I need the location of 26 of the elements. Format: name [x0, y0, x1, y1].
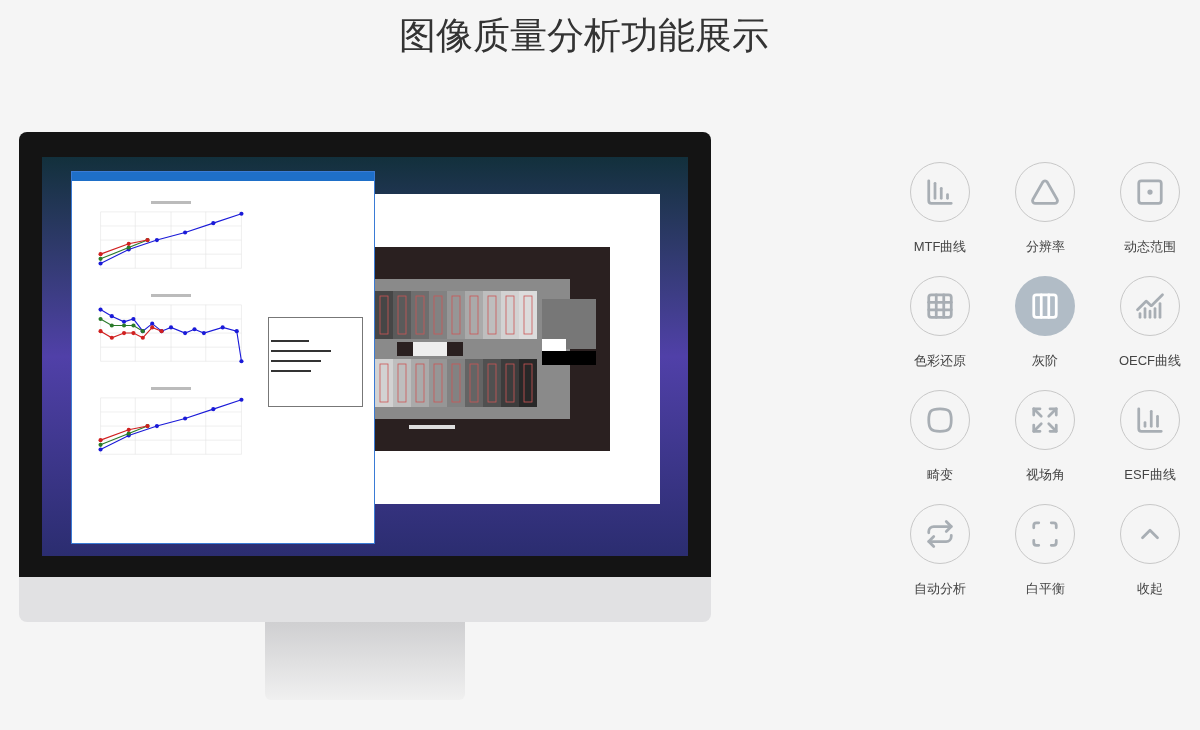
- chart-title-blur: [151, 387, 191, 390]
- feature-button[interactable]: 视场角: [1005, 390, 1085, 481]
- feature-button[interactable]: 动态范围: [1110, 162, 1190, 253]
- page-title: 图像质量分析功能展示: [399, 14, 769, 58]
- bars-icon: [1030, 291, 1060, 321]
- triangle-icon: [1030, 177, 1060, 207]
- feature-button[interactable]: OECF曲线: [1110, 276, 1190, 367]
- chart-title-blur: [151, 294, 191, 297]
- bar-chart-icon: [1135, 405, 1165, 435]
- feature-button[interactable]: 白平衡: [1005, 504, 1085, 595]
- grid-icon: [925, 291, 955, 321]
- chart-icon: [925, 177, 955, 207]
- feature-button[interactable]: 收起: [1110, 504, 1190, 595]
- square-icon: [1135, 177, 1165, 207]
- repeat-arrows-icon: [925, 519, 955, 549]
- feature-button[interactable]: 畸变: [900, 390, 980, 481]
- expand-arrows-icon: [1030, 405, 1060, 435]
- feature-button[interactable]: 灰阶: [1005, 276, 1085, 367]
- frame-icon: [1030, 519, 1060, 549]
- feature-button[interactable]: 色彩还原: [900, 276, 980, 367]
- feature-button[interactable]: ESF曲线: [1110, 390, 1190, 481]
- chart-title-blur: [151, 201, 191, 204]
- rising-chart-icon: [1135, 291, 1165, 321]
- feature-button[interactable]: MTF曲线: [900, 162, 980, 253]
- feature-button[interactable]: 分辨率: [1005, 162, 1085, 253]
- feature-button[interactable]: 自动分析: [900, 504, 980, 595]
